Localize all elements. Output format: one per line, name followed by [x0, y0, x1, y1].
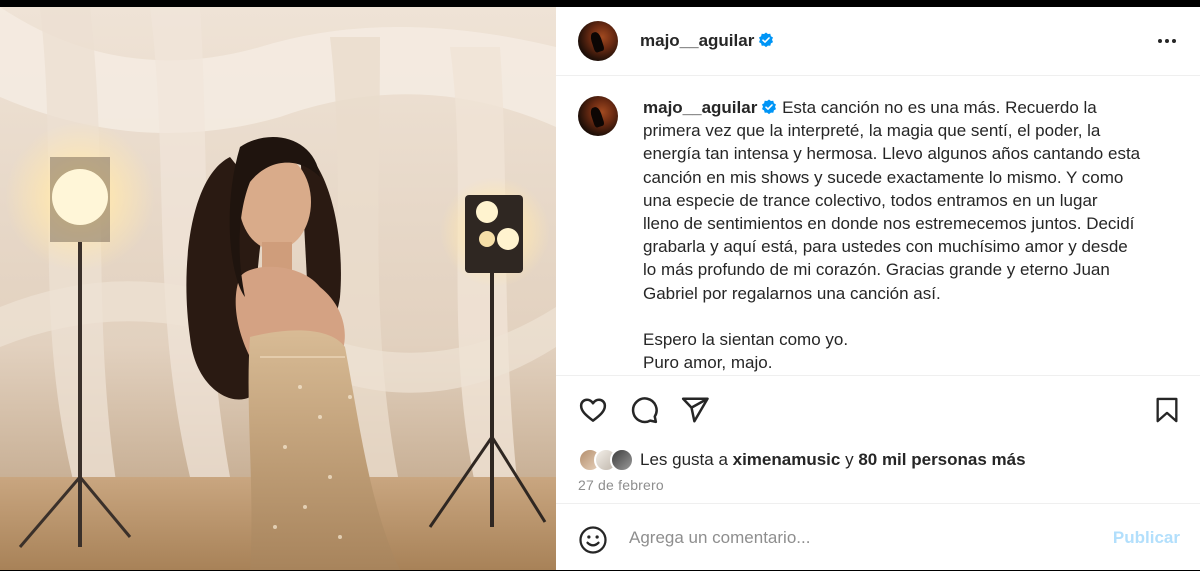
caption-text-line: una especie de trance colectivo, todos e… [643, 190, 1098, 210]
caption-closing-line: Puro amor, majo. [643, 353, 773, 373]
caption-text-line: primera vez que la interpreté, la magia … [643, 121, 1101, 141]
comment-bar: Publicar [556, 503, 1200, 571]
more-options-icon[interactable] [1152, 29, 1182, 53]
caption-text-line: lleno de sentimientos en donde nos estre… [643, 214, 1135, 234]
caption-line-1: majo__aguilar Esta canción no es una más… [643, 96, 1173, 119]
caption-text-line: lo más profundo de mi corazón. Gracias g… [643, 260, 1110, 280]
caption-area: majo__aguilar Esta canción no es una más… [556, 76, 1200, 375]
likes-row: Les gusta a ximenamusic y 80 mil persona… [578, 446, 1026, 474]
photo-illustration [0, 7, 556, 570]
author-username[interactable]: majo__aguilar [640, 31, 774, 51]
bookmark-icon[interactable] [1153, 395, 1181, 425]
comment-input[interactable] [629, 524, 1089, 552]
post-panel: majo__aguilar majo__aguilar Esta canción… [556, 7, 1200, 570]
caption-text-line: energía tan intensa y hermosa. Llevo alg… [643, 144, 1141, 164]
emoji-smile-icon[interactable] [578, 525, 608, 555]
post-header: majo__aguilar [556, 7, 1200, 76]
caption-text: majo__aguilar Esta canción no es una más… [643, 96, 1173, 374]
caption-username[interactable]: majo__aguilar [643, 98, 757, 117]
caption-closing-line: Espero la sientan como yo. [643, 329, 849, 349]
window-top-strip [0, 0, 1200, 7]
post-date[interactable]: 27 de febrero [578, 477, 664, 493]
share-icon[interactable] [680, 395, 710, 425]
verified-badge-icon [759, 32, 774, 48]
author-avatar[interactable] [578, 21, 618, 61]
likes-middle: y [840, 450, 859, 469]
liker-avatar[interactable] [610, 448, 634, 472]
liker-username[interactable]: ximenamusic [733, 450, 841, 469]
publish-button[interactable]: Publicar [1113, 528, 1180, 548]
dot [1165, 39, 1169, 43]
likes-text: Les gusta a ximenamusic y 80 mil persona… [640, 450, 1026, 470]
caption-verified-badge-icon [762, 99, 777, 115]
dot [1172, 39, 1176, 43]
author-username-text[interactable]: majo__aguilar [640, 31, 754, 50]
comment-icon[interactable] [629, 395, 659, 425]
post-photo[interactable] [0, 7, 556, 570]
heart-icon[interactable] [577, 395, 609, 425]
caption-text-line: grabarla y aquí está, para ustedes con m… [643, 237, 1128, 257]
likes-count-link[interactable]: 80 mil personas más [858, 450, 1025, 469]
caption-gap [643, 305, 1173, 328]
caption-text-line: Gabriel por regalarnos una canción así. [643, 283, 941, 303]
post-actions: Les gusta a ximenamusic y 80 mil persona… [556, 375, 1200, 504]
likes-prefix: Les gusta a [640, 450, 733, 469]
dot [1158, 39, 1162, 43]
caption-text-line: Esta canción no es una más. Recuerdo la [782, 98, 1097, 117]
caption-text-line: canción en mis shows y sucede exactament… [643, 167, 1124, 187]
caption-author-avatar[interactable] [578, 96, 618, 136]
